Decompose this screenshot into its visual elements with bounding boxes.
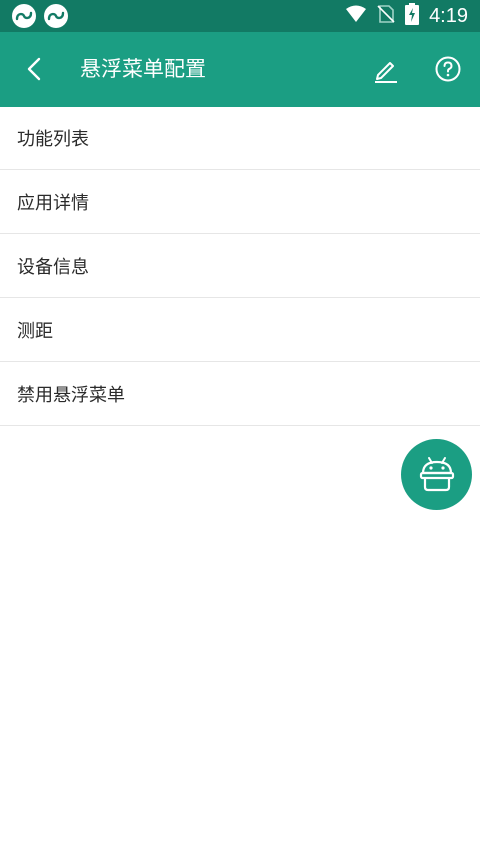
wifi-icon [345,5,367,27]
back-arrow-icon [27,57,41,81]
status-icons: 4:19 [335,0,468,32]
help-icon [435,56,461,82]
app-bar: 悬浮菜单配置 [0,32,480,107]
edit-button[interactable] [364,47,408,91]
android-robot-icon [419,457,455,492]
menu-item-label: 测距 [17,320,53,342]
no-sim-icon [377,5,395,27]
edit-pencil-icon [375,62,397,83]
menu-item-device-info[interactable]: 设备信息 [0,234,480,298]
status-bar: 4:19 [0,0,480,32]
menu-list: 功能列表 应用详情 设备信息 测距 禁用悬浮菜单 [0,107,480,426]
status-time: 4:19 [429,4,468,27]
menu-item-label: 禁用悬浮菜单 [17,384,125,406]
page-title: 悬浮菜单配置 [80,57,206,81]
help-button[interactable] [426,47,470,91]
menu-item-disable-floating-menu[interactable]: 禁用悬浮菜单 [0,362,480,426]
menu-item-label: 功能列表 [17,129,89,150]
app-notification-icon [12,4,36,28]
battery-charging-icon [405,3,420,29]
menu-item-function-list[interactable]: 功能列表 [0,107,480,170]
back-button[interactable] [14,46,58,92]
menu-item-measure[interactable]: 测距 [0,298,480,362]
menu-item-label: 设备信息 [17,256,89,278]
floating-menu-button[interactable] [401,439,472,510]
menu-item-app-details[interactable]: 应用详情 [0,170,480,234]
menu-item-label: 应用详情 [17,192,89,214]
app-notification-icon [44,4,68,28]
